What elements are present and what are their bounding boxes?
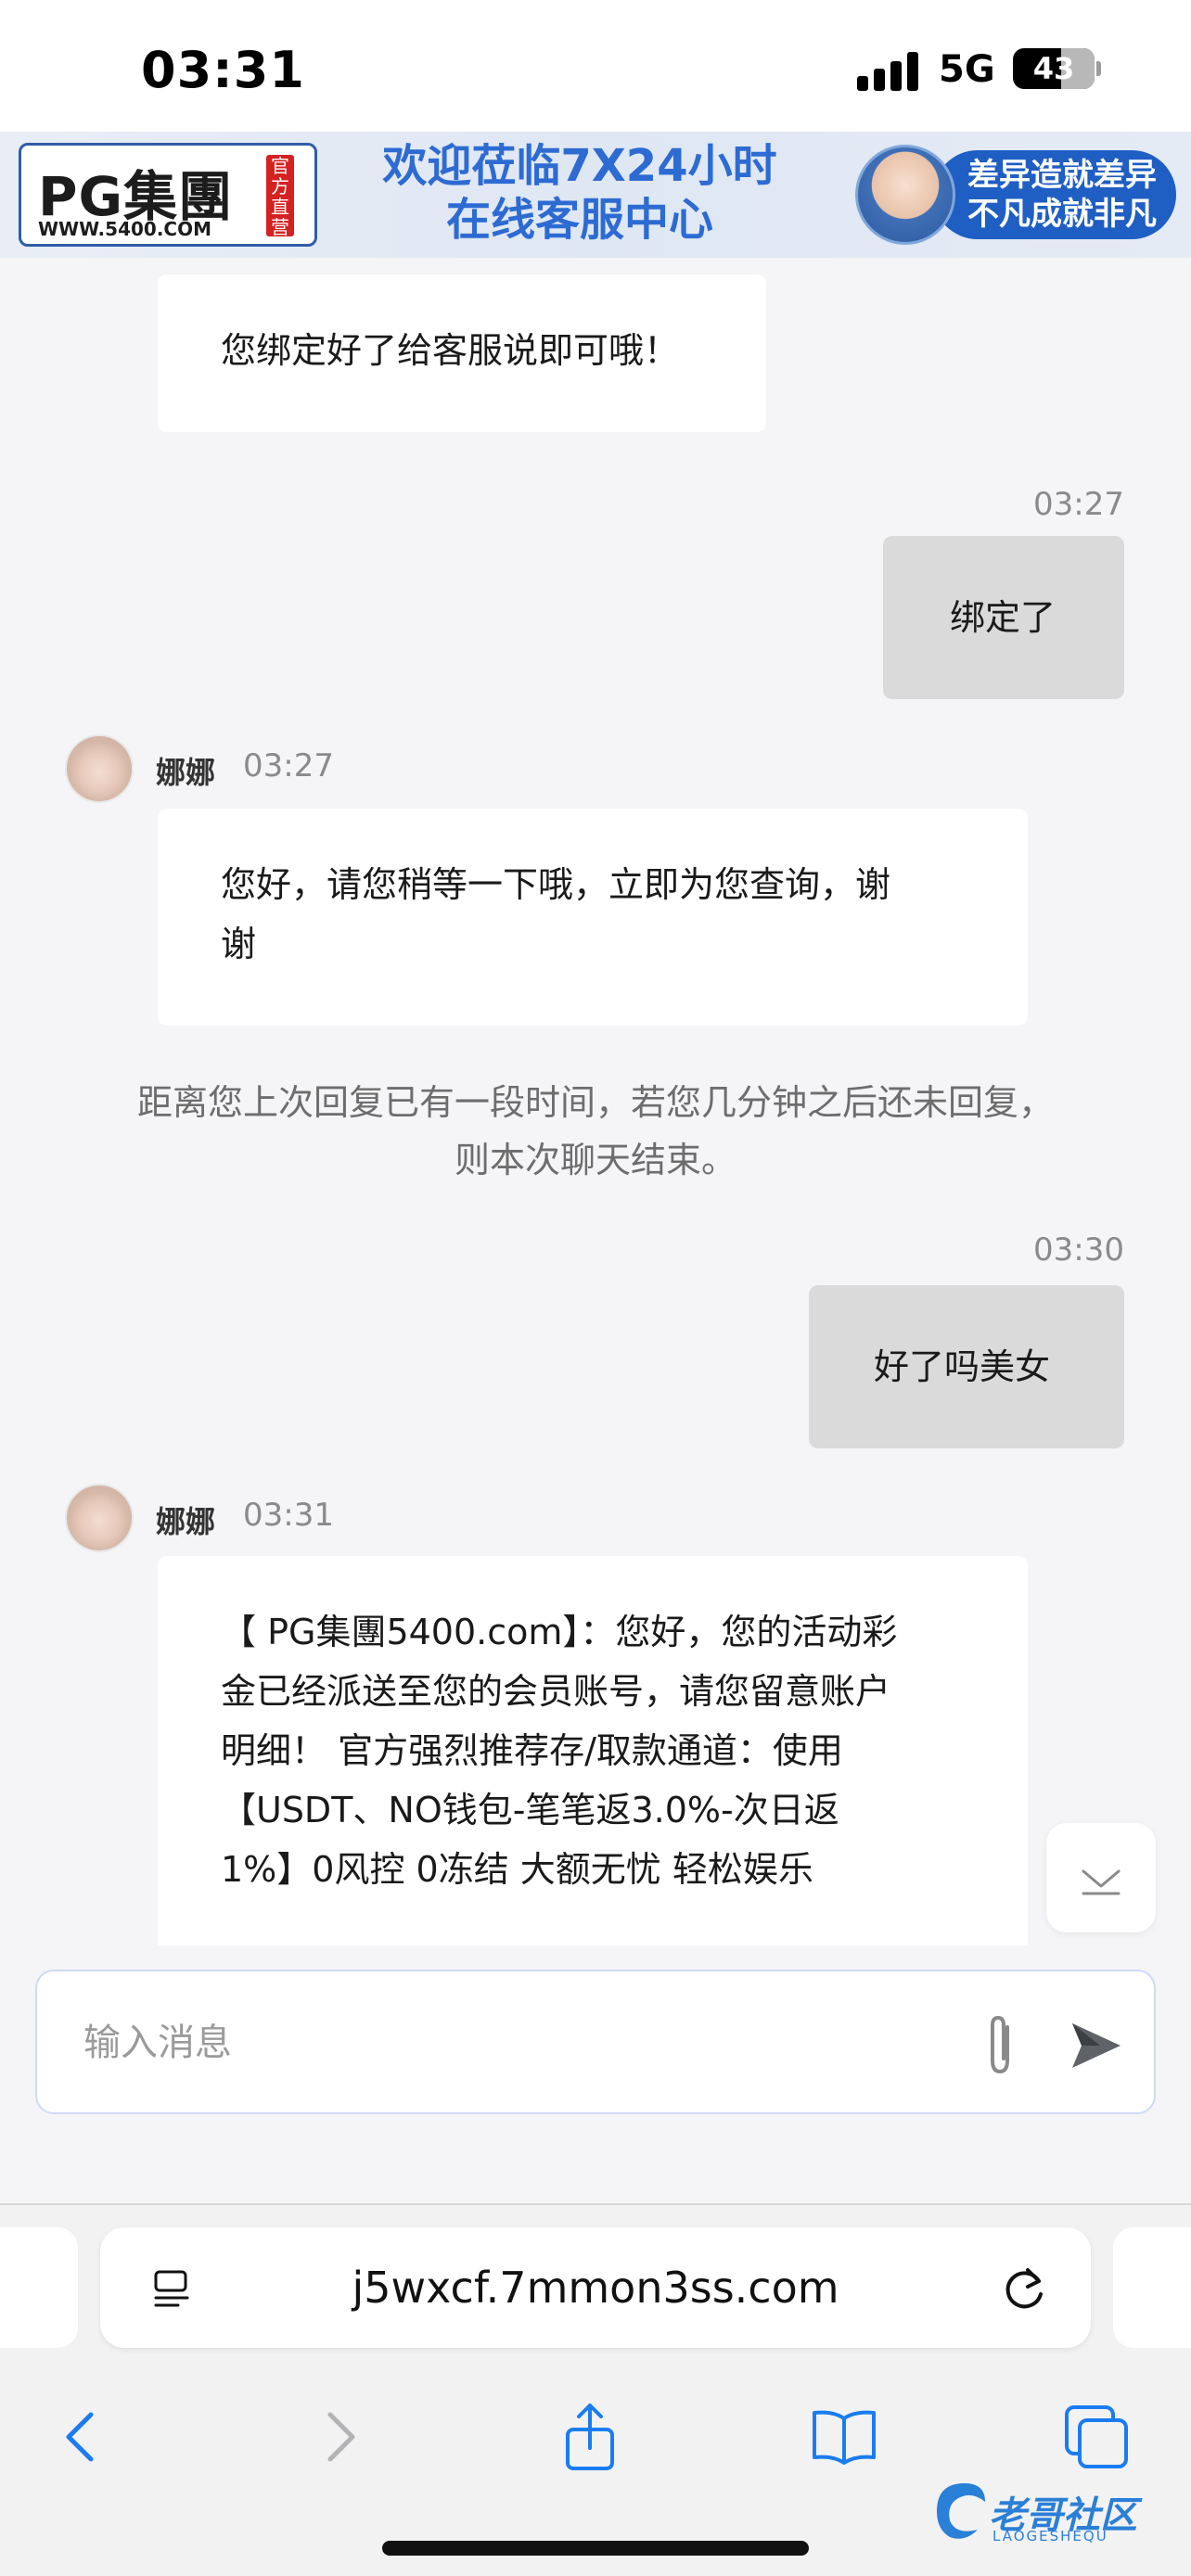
attach-button[interactable] xyxy=(967,2009,1037,2083)
status-time: 03:31 xyxy=(141,41,305,99)
message-line: 1%】0风控 0冻结 大额无忧 轻松娱乐 xyxy=(221,1849,813,1890)
battery-icon: 43 xyxy=(1013,48,1095,89)
next-tab-pill[interactable] xyxy=(1113,2227,1191,2348)
message-text: 您好，请您稍等一下哦，立即为您查询，谢 谢 xyxy=(221,855,890,974)
attach-icon xyxy=(991,2015,1009,2074)
banner-title-line2: 在线客服中心 xyxy=(445,194,713,246)
battery-level: 43 xyxy=(1032,51,1075,86)
dragon-logo-icon xyxy=(937,2483,985,2539)
message-time: 03:30 xyxy=(1033,1231,1124,1269)
banner-title: 欢迎莅临7X24小时 在线客服中心 xyxy=(334,139,826,247)
url-text: j5wxcf.7mmon3ss.com xyxy=(352,2263,839,2313)
message-time: 03:27 xyxy=(1033,486,1124,523)
message-text: 好了吗美女 xyxy=(874,1346,1051,1387)
support-agent-illustration xyxy=(855,145,955,245)
slogan-line1: 差异造就差异 xyxy=(967,157,1157,194)
slogan-line2: 不凡成就非凡 xyxy=(967,196,1157,233)
chevron-down-icon xyxy=(1082,1869,1121,1895)
previous-tab-pill[interactable] xyxy=(0,2227,78,2348)
share-icon[interactable] xyxy=(553,2400,627,2474)
agent-message-bubble: 【 PG集團5400.com】：您好，您的活动彩 金已经派送至您的会员账号，请您… xyxy=(158,1556,1028,1945)
agent-name: 娜娜 xyxy=(156,755,216,790)
system-notice-line: 距离您上次回复已有一段时间，若您几分钟之后还未回复， xyxy=(136,1082,1054,1123)
message-line: 【 PG集團5400.com】：您好，您的活动彩 xyxy=(221,1612,898,1652)
message-text: 绑定了 xyxy=(950,597,1057,638)
agent-avatar[interactable] xyxy=(65,734,134,803)
back-icon[interactable] xyxy=(45,2400,119,2474)
tabs-icon[interactable] xyxy=(1059,2400,1133,2474)
battery-tip xyxy=(1096,61,1101,76)
address-bar[interactable]: j5wxcf.7mmon3ss.com xyxy=(100,2227,1091,2348)
message-composer xyxy=(35,1970,1156,2114)
agent-avatar[interactable] xyxy=(65,1484,134,1552)
network-type: 5G xyxy=(939,48,995,91)
message-line: 金已经派送至您的会员账号，请您留意账户 xyxy=(221,1671,891,1712)
brand-logo: PG集團 WWW.5400.COM 官方直营 xyxy=(19,143,317,247)
chat-thread[interactable]: 您绑定好了给客服说即可哦！ 03:27 绑定了 娜娜 03:27 您好，请您稍等… xyxy=(0,258,1191,1945)
scroll-to-bottom-button[interactable] xyxy=(1046,1823,1156,1932)
send-button[interactable] xyxy=(1059,2012,1133,2079)
send-icon xyxy=(1072,2023,1121,2068)
status-bar: 03:31 5G 43 xyxy=(0,0,1191,132)
message-text: 【 PG集團5400.com】：您好，您的活动彩 金已经派送至您的会员账号，请您… xyxy=(221,1602,897,1899)
watermark-logo: 老哥社区 LAOGESHEQU xyxy=(928,2470,1187,2554)
cellular-signal-icon xyxy=(857,48,928,91)
message-line: 您好，请您稍等一下哦，立即为您查询，谢 xyxy=(221,864,891,905)
system-notice-line: 则本次聊天结束。 xyxy=(454,1140,736,1180)
bookmarks-icon[interactable] xyxy=(807,2400,881,2474)
system-notice: 距离您上次回复已有一段时间，若您几分钟之后还未回复， 则本次聊天结束。 xyxy=(56,1074,1135,1189)
logo-url: WWW.5400.COM xyxy=(38,218,211,240)
message-time: 03:27 xyxy=(243,747,334,784)
reload-icon[interactable] xyxy=(1000,2261,1052,2315)
logo-stamp: 官方直营 xyxy=(266,155,294,237)
agent-message-bubble: 您绑定好了给客服说即可哦！ xyxy=(158,274,766,432)
support-banner: PG集團 WWW.5400.COM 官方直营 欢迎莅临7X24小时 在线客服中心… xyxy=(0,132,1191,258)
user-message-bubble: 绑定了 xyxy=(883,536,1124,699)
user-message-bubble: 好了吗美女 xyxy=(809,1285,1124,1448)
banner-slogan: 差异造就差异 不凡成就非凡 xyxy=(955,156,1169,234)
watermark-sub: LAOGESHEQU xyxy=(992,2528,1108,2544)
message-text: 您绑定好了给客服说即可哦！ xyxy=(221,330,680,371)
banner-title-line1: 欢迎莅临7X24小时 xyxy=(382,140,777,192)
message-time: 03:31 xyxy=(243,1497,334,1534)
message-line: 【USDT、NO钱包-笔笔返3.0%-次日返 xyxy=(221,1790,839,1830)
home-indicator[interactable] xyxy=(382,2541,809,2556)
agent-message-bubble: 您好，请您稍等一下哦，立即为您查询，谢 谢 xyxy=(158,809,1028,1026)
forward-icon[interactable] xyxy=(302,2400,377,2474)
message-line: 谢 xyxy=(221,924,257,964)
message-line: 明细！ 官方强烈推荐存/取款通道：使用 xyxy=(221,1730,843,1771)
message-input[interactable] xyxy=(83,2005,918,2081)
page-menu-icon[interactable] xyxy=(148,2264,195,2311)
agent-name: 娜娜 xyxy=(156,1504,216,1539)
